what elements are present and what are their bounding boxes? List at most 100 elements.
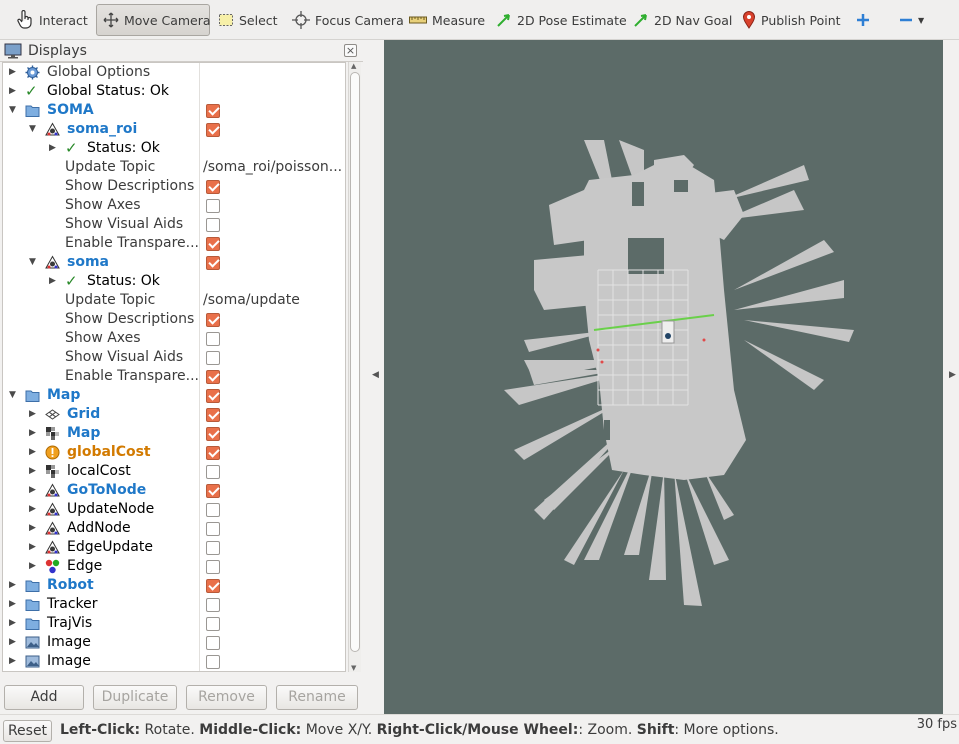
scroll-down-icon[interactable]: ▼ — [351, 664, 356, 672]
expand-arrow-icon[interactable]: ▶ — [9, 598, 19, 610]
expand-arrow-icon[interactable]: ▶ — [29, 465, 39, 477]
enable-checkbox[interactable] — [206, 636, 220, 650]
collapse-arrow-icon[interactable]: ▼ — [9, 389, 19, 401]
tree-row-tracker-group[interactable]: ▶ Tracker — [3, 595, 345, 614]
expand-arrow-icon[interactable]: ▶ — [9, 617, 19, 629]
remove-button[interactable]: Remove — [186, 685, 267, 710]
enable-checkbox[interactable] — [206, 465, 220, 479]
remove-tool-button[interactable]: ▼ — [893, 4, 930, 36]
move-camera-tool[interactable]: Move Camera — [96, 4, 211, 36]
displays-scrollbar[interactable]: ▲ ▼ — [348, 62, 361, 672]
collapse-left-icon[interactable]: ◀ — [372, 370, 379, 380]
tree-row-soma-roi[interactable]: ▼ soma_roi — [3, 120, 345, 139]
expand-arrow-icon[interactable]: ▶ — [9, 66, 19, 78]
scrollbar-thumb[interactable] — [350, 72, 360, 652]
collapse-arrow-icon[interactable]: ▼ — [29, 123, 39, 135]
pose-estimate-tool[interactable]: 2D Pose Estimate — [490, 4, 633, 36]
tree-row-show-axes[interactable]: Show Axes — [3, 329, 345, 348]
enable-checkbox[interactable] — [206, 598, 220, 612]
enable-checkbox[interactable] — [206, 541, 220, 555]
tree-row-global-status[interactable]: ▶ ✓ Global Status: Ok — [3, 82, 345, 101]
enable-checkbox[interactable] — [206, 104, 220, 118]
property-checkbox[interactable] — [206, 351, 220, 365]
expand-arrow-icon[interactable]: ▶ — [29, 484, 39, 496]
tree-row-map-group[interactable]: ▼ Map — [3, 386, 345, 405]
measure-tool[interactable]: Measure — [403, 4, 491, 36]
enable-checkbox[interactable] — [206, 560, 220, 574]
expand-arrow-icon[interactable]: ▶ — [49, 275, 59, 287]
tree-row-show-axes[interactable]: Show Axes — [3, 196, 345, 215]
collapse-arrow-icon[interactable]: ▼ — [9, 104, 19, 116]
enable-checkbox[interactable] — [206, 522, 220, 536]
enable-checkbox[interactable] — [206, 579, 220, 593]
expand-arrow-icon[interactable]: ▶ — [29, 560, 39, 572]
enable-checkbox[interactable] — [206, 484, 220, 498]
publish-point-tool[interactable]: Publish Point — [736, 4, 847, 36]
enable-checkbox[interactable] — [206, 427, 220, 441]
enable-checkbox[interactable] — [206, 617, 220, 631]
tree-row-grid[interactable]: ▶ Grid — [3, 405, 345, 424]
displays-tree[interactable]: ▶ Global Options ▶ ✓ Global Status: Ok ▼… — [2, 62, 346, 672]
duplicate-button[interactable]: Duplicate — [93, 685, 177, 710]
property-checkbox[interactable] — [206, 370, 220, 384]
expand-arrow-icon[interactable]: ▶ — [29, 522, 39, 534]
tree-row-status[interactable]: ▶ ✓ Status: Ok — [3, 272, 345, 291]
expand-arrow-icon[interactable]: ▶ — [29, 408, 39, 420]
select-tool[interactable]: Select — [212, 4, 284, 36]
tree-row-update-topic[interactable]: Update Topic /soma/update — [3, 291, 345, 310]
reset-button[interactable]: Reset — [3, 720, 52, 742]
tree-row-add-node[interactable]: ▶ AddNode — [3, 519, 345, 538]
right-splitter[interactable]: ▶ — [943, 40, 959, 714]
tree-row-show-descriptions[interactable]: Show Descriptions — [3, 310, 345, 329]
enable-checkbox[interactable] — [206, 408, 220, 422]
collapse-arrow-icon[interactable]: ▼ — [29, 256, 39, 268]
tree-row-edge-update[interactable]: ▶ EdgeUpdate — [3, 538, 345, 557]
expand-arrow-icon[interactable]: ▶ — [29, 503, 39, 515]
property-checkbox[interactable] — [206, 180, 220, 194]
tree-row-enable-transparency[interactable]: Enable Transpare... — [3, 234, 345, 253]
tree-row-soma-group[interactable]: ▼ SOMA — [3, 101, 345, 120]
tree-row-show-visual-aids[interactable]: Show Visual Aids — [3, 215, 345, 234]
enable-checkbox[interactable] — [206, 123, 220, 137]
tree-row-trajvis-group[interactable]: ▶ TrajVis — [3, 614, 345, 633]
tree-row-goto-node[interactable]: ▶ GoToNode — [3, 481, 345, 500]
focus-camera-tool[interactable]: Focus Camera — [286, 4, 410, 36]
property-checkbox[interactable] — [206, 237, 220, 251]
tree-row-map[interactable]: ▶ Map — [3, 424, 345, 443]
property-checkbox[interactable] — [206, 199, 220, 213]
expand-arrow-icon[interactable]: ▶ — [9, 636, 19, 648]
tree-row-show-descriptions[interactable]: Show Descriptions — [3, 177, 345, 196]
property-checkbox[interactable] — [206, 218, 220, 232]
tree-row-edge[interactable]: ▶ Edge — [3, 557, 345, 576]
enable-checkbox[interactable] — [206, 389, 220, 403]
tree-row-update-node[interactable]: ▶ UpdateNode — [3, 500, 345, 519]
expand-arrow-icon[interactable]: ▶ — [29, 446, 39, 458]
expand-arrow-icon[interactable]: ▶ — [29, 427, 39, 439]
rename-button[interactable]: Rename — [276, 685, 358, 710]
tree-row-status[interactable]: ▶ ✓ Status: Ok — [3, 139, 345, 158]
expand-arrow-icon[interactable]: ▶ — [9, 579, 19, 591]
tree-row-update-topic[interactable]: Update Topic /soma_roi/poisson... — [3, 158, 345, 177]
scroll-up-icon[interactable]: ▲ — [351, 62, 356, 70]
tree-row-global-options[interactable]: ▶ Global Options — [3, 63, 345, 82]
nav-goal-tool[interactable]: 2D Nav Goal — [627, 4, 738, 36]
enable-checkbox[interactable] — [206, 256, 220, 270]
expand-arrow-icon[interactable]: ▶ — [29, 541, 39, 553]
tree-row-local-cost[interactable]: ▶ localCost — [3, 462, 345, 481]
add-display-button[interactable]: Add — [4, 685, 84, 710]
tree-row-enable-transparency[interactable]: Enable Transpare... — [3, 367, 345, 386]
interact-tool[interactable]: Interact — [10, 4, 94, 36]
tree-row-global-cost[interactable]: ▶ globalCost — [3, 443, 345, 462]
enable-checkbox[interactable] — [206, 446, 220, 460]
render-viewport[interactable] — [384, 40, 943, 714]
topic-value[interactable]: /soma/update — [203, 292, 300, 308]
expand-arrow-icon[interactable]: ▶ — [49, 142, 59, 154]
topic-value[interactable]: /soma_roi/poisson... — [203, 159, 342, 175]
collapse-right-icon[interactable]: ▶ — [949, 370, 956, 380]
expand-arrow-icon[interactable]: ▶ — [9, 655, 19, 667]
enable-checkbox[interactable] — [206, 503, 220, 517]
expand-arrow-icon[interactable]: ▶ — [9, 85, 19, 97]
tree-row-soma[interactable]: ▼ soma — [3, 253, 345, 272]
property-checkbox[interactable] — [206, 332, 220, 346]
tree-row-image[interactable]: ▶ Image — [3, 652, 345, 671]
